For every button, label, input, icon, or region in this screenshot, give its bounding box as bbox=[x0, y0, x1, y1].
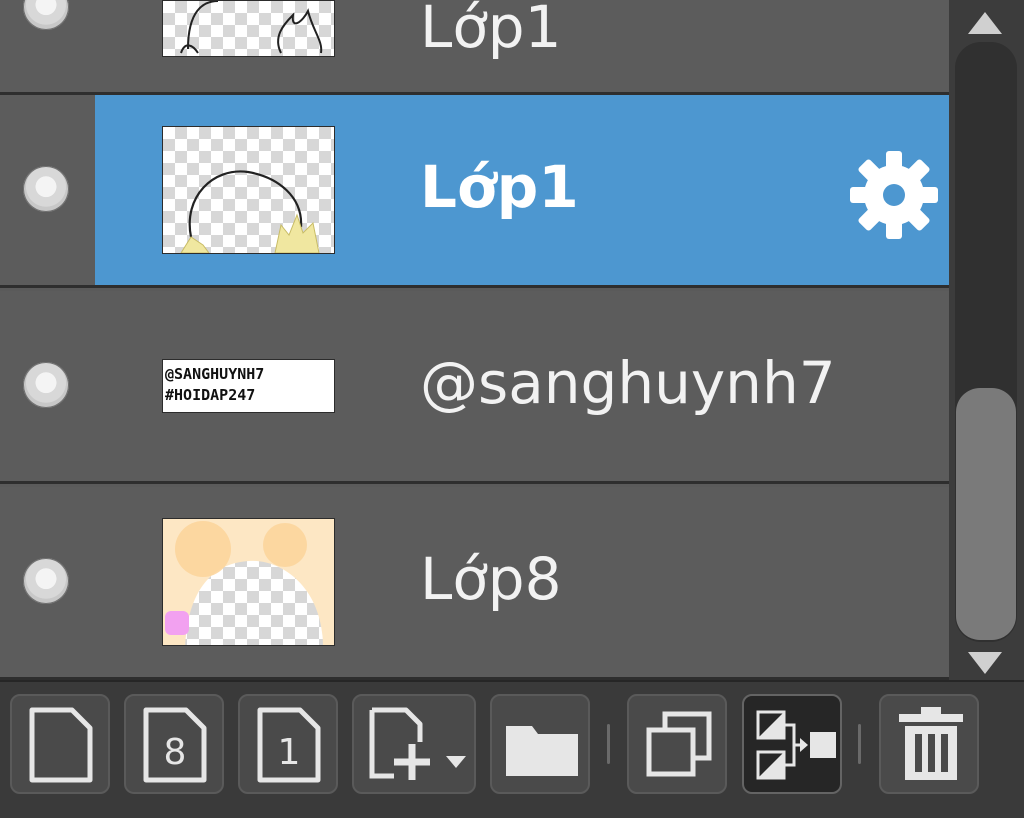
layer-thumbnail bbox=[162, 126, 335, 254]
trash-icon bbox=[899, 707, 963, 780]
new-raster-layer-button[interactable] bbox=[10, 694, 110, 794]
duplicate-layer-icon bbox=[646, 711, 712, 777]
layer-row-selected[interactable]: Lớp1 bbox=[0, 95, 949, 288]
layer-name: Lớp1 bbox=[420, 153, 579, 221]
visibility-toggle[interactable] bbox=[23, 0, 69, 30]
layer-thumbnail bbox=[162, 518, 335, 646]
thumbnail-text: @SANGHUYNH7 bbox=[165, 365, 265, 383]
visibility-toggle[interactable] bbox=[23, 558, 69, 604]
delete-layer-button[interactable] bbox=[879, 694, 979, 794]
layer-row[interactable]: Lớp1 bbox=[0, 0, 949, 95]
duplicate-layer-button[interactable] bbox=[627, 694, 727, 794]
new-8bit-layer-icon: 8 bbox=[143, 707, 207, 783]
layer-name: Lớp8 bbox=[420, 545, 562, 613]
add-layer-dropdown-button[interactable] bbox=[352, 694, 476, 794]
visibility-toggle[interactable] bbox=[23, 362, 69, 408]
toolbar-separator bbox=[607, 724, 610, 764]
toolbar-separator bbox=[858, 724, 861, 764]
visibility-toggle[interactable] bbox=[23, 166, 69, 212]
folder-icon bbox=[506, 726, 578, 776]
new-8bit-layer-button[interactable]: 8 bbox=[124, 694, 224, 794]
scroll-thumb[interactable] bbox=[956, 388, 1016, 640]
layer-row[interactable]: @SANGHUYNH7 #HOIDAP247 @sanghuynh7 bbox=[0, 291, 949, 484]
layer-thumbnail bbox=[162, 0, 335, 57]
transfer-layer-icon bbox=[756, 710, 836, 780]
gear-icon[interactable] bbox=[848, 149, 940, 241]
layer-name: @sanghuynh7 bbox=[420, 349, 836, 417]
thumbnail-text: #HOIDAP247 bbox=[165, 386, 256, 404]
new-layer-icon bbox=[29, 707, 93, 783]
new-1bit-layer-button[interactable]: 1 bbox=[238, 694, 338, 794]
transfer-to-lower-layer-button[interactable] bbox=[742, 694, 842, 794]
new-1bit-layer-icon: 1 bbox=[257, 707, 321, 783]
layer-name: Lớp1 bbox=[420, 0, 562, 61]
scroll-down-arrow-icon[interactable] bbox=[968, 652, 1002, 674]
add-layer-dropdown-icon bbox=[369, 707, 466, 780]
badge-number: 8 bbox=[164, 732, 187, 773]
scroll-up-arrow-icon[interactable] bbox=[968, 12, 1002, 34]
new-folder-button[interactable] bbox=[490, 694, 590, 794]
layer-row[interactable]: Lớp8 bbox=[0, 487, 949, 680]
badge-number: 1 bbox=[278, 732, 301, 773]
layer-thumbnail: @SANGHUYNH7 #HOIDAP247 bbox=[162, 359, 335, 413]
layer-list: Lớp1 Lớp1 @SANGHUYNH7 #HOIDAP247 @sanghu… bbox=[0, 0, 949, 680]
layer-panel: Lớp1 Lớp1 @SANGHUYNH7 #HOIDAP247 @sanghu… bbox=[0, 0, 1024, 818]
